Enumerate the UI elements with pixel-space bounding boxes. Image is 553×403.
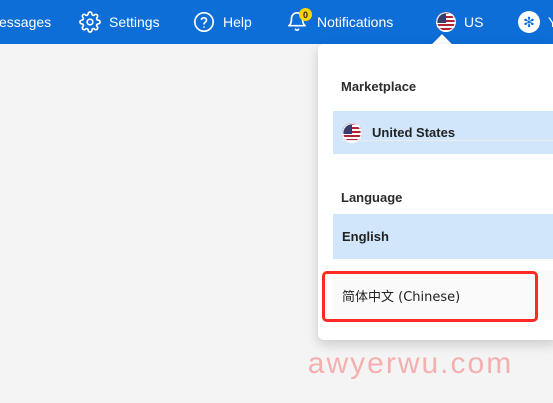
language-option-chinese[interactable]: 简体中文 (Chinese) — [333, 270, 553, 320]
question-circle-icon — [193, 11, 215, 33]
notifications-link[interactable]: 0 Notifications — [286, 0, 393, 44]
section-divider — [342, 140, 553, 141]
settings-link[interactable]: Settings — [79, 0, 160, 44]
account-label: Y — [548, 14, 553, 30]
locale-label: US — [464, 14, 484, 30]
notifications-label: Notifications — [317, 14, 394, 30]
marketplace-option-us[interactable]: United States — [333, 111, 553, 154]
settings-label: Settings — [109, 14, 160, 30]
help-link[interactable]: Help — [193, 0, 252, 44]
notifications-icon-wrap: 0 — [286, 8, 312, 36]
account-menu-button[interactable]: ✻ Y — [518, 0, 553, 44]
top-navigation: essages Settings Help 0 Notifications US… — [0, 0, 553, 44]
marketplace-option-label: United States — [372, 125, 456, 140]
marketplace-title: Marketplace — [341, 79, 417, 94]
gear-icon — [79, 11, 101, 33]
language-option-label: English — [342, 229, 389, 244]
language-title: Language — [341, 190, 403, 205]
notifications-badge: 0 — [299, 8, 312, 21]
us-flag-icon — [436, 12, 456, 32]
language-option-label: 简体中文 (Chinese) — [342, 289, 461, 305]
language-option-english[interactable]: English — [333, 214, 553, 259]
asterisk-icon: ✻ — [518, 11, 540, 33]
messages-label: essages — [0, 14, 52, 30]
watermark-text: awyerwu.com — [307, 347, 514, 380]
bell-icon — [286, 12, 308, 36]
help-label: Help — [223, 14, 252, 30]
messages-link[interactable]: essages — [0, 0, 51, 44]
locale-dropdown: Marketplace United States Language Engli… — [318, 44, 553, 340]
